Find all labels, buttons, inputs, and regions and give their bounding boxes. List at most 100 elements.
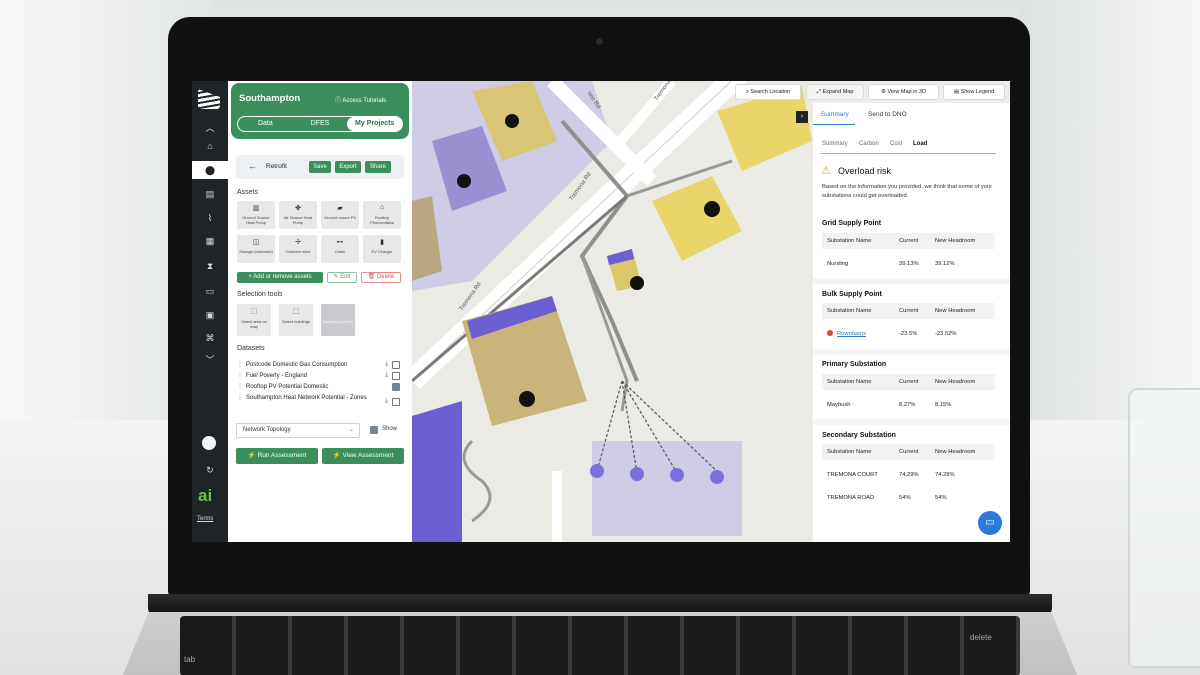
ev-charger-marker bbox=[670, 468, 684, 482]
asset-label: Onshore wind bbox=[285, 249, 311, 254]
keyboard-keys bbox=[180, 616, 1020, 675]
download-icon[interactable]: ⤓ bbox=[385, 361, 388, 368]
dataset-row[interactable]: ⋮ Fuel Poverty - England ⤓ bbox=[237, 372, 402, 380]
map-pin-icon[interactable]: ⬤ bbox=[192, 161, 228, 179]
expand-map-button[interactable]: ⤢ Expand Map bbox=[806, 84, 864, 100]
retrofit-title: Retrofit bbox=[266, 163, 287, 170]
subtab-cost[interactable]: Cost bbox=[890, 141, 902, 147]
section-title: Grid Supply Point bbox=[822, 220, 882, 227]
view-assessment-button[interactable]: ⚡ View Assessment bbox=[322, 448, 404, 464]
chevron-up-icon[interactable]: ︿ bbox=[201, 121, 219, 135]
chat-button[interactable]: ▭ bbox=[978, 511, 1002, 535]
cell-name: Maybush bbox=[827, 402, 851, 408]
dataset-checkbox[interactable] bbox=[392, 372, 400, 380]
asset-onshore-wind[interactable]: ✢ Onshore wind bbox=[279, 235, 317, 263]
home-icon[interactable]: ⌂ bbox=[201, 139, 219, 153]
drag-handle-icon[interactable]: ⋮ bbox=[237, 362, 243, 368]
show-checkbox[interactable] bbox=[370, 426, 378, 434]
asset-air-source-heat-pump[interactable]: ✤ Air Source Heat Pump bbox=[279, 201, 317, 229]
col-current: Current bbox=[899, 238, 919, 244]
tab-my-projects[interactable]: My Projects bbox=[347, 117, 403, 131]
download-icon[interactable]: ⤓ bbox=[385, 372, 388, 379]
map-canvas[interactable]: Tremona Rd Tremona Rd Tremona Rd rine Rd… bbox=[412, 81, 812, 542]
cell-name[interactable]: Rownhams bbox=[827, 326, 866, 342]
table-header: Substation Name Current New Headroom bbox=[822, 303, 995, 319]
tool-label: Select buildings bbox=[281, 319, 311, 324]
cable-icon: ⊷ bbox=[336, 239, 344, 246]
delete-label: Delete bbox=[376, 274, 395, 280]
retrofit-toolbar: ← Retrofit Save Export Share bbox=[236, 155, 404, 179]
show-label: Show bbox=[382, 426, 398, 432]
tab-summary[interactable]: Summary bbox=[821, 111, 849, 118]
asset-ground-mount-pv[interactable]: ▰ Ground mount PV bbox=[321, 201, 359, 229]
subtab-load[interactable]: Load bbox=[913, 141, 927, 147]
overload-risk-title: Overload risk bbox=[838, 166, 892, 176]
substation-link[interactable]: Rownhams bbox=[837, 331, 866, 337]
user-avatar[interactable] bbox=[202, 436, 216, 450]
select-area-tool[interactable]: ⬚ Select area on map bbox=[237, 304, 271, 336]
back-arrow-icon[interactable]: ← bbox=[248, 161, 257, 171]
dataset-checkbox[interactable] bbox=[392, 361, 400, 369]
rooftop-pv-icon: ⌂ bbox=[379, 204, 385, 211]
logout-icon[interactable]: ↻ bbox=[201, 463, 219, 477]
building-portfolio-tool[interactable]: Building portfolio bbox=[321, 304, 355, 336]
asset-ev-charger[interactable]: ▮ EV Charger bbox=[363, 235, 401, 263]
tab-dfes[interactable]: DFES bbox=[293, 117, 348, 131]
asset-ground-source-heat-pump[interactable]: ▥ Ground Source Heat Pump bbox=[237, 201, 275, 229]
fan-icon: ✤ bbox=[295, 205, 301, 212]
dataset-row[interactable]: ⋮ Postcode Domestic Gas Consumption ⤓ bbox=[237, 361, 402, 369]
tab-data[interactable]: Data bbox=[238, 117, 293, 131]
drag-handle-icon[interactable]: ⋮ bbox=[237, 395, 243, 401]
asset-rooftop-photovoltaics[interactable]: ⌂ Rooftop Photovoltaics bbox=[363, 201, 401, 229]
dataset-row[interactable]: ⋮ Rooftop PV Potential Domestic bbox=[237, 383, 402, 391]
col-name: Substation Name bbox=[827, 238, 872, 244]
document-icon[interactable]: ▤ bbox=[201, 187, 219, 201]
tab-send-to-dno[interactable]: Send to DNO bbox=[868, 111, 907, 118]
cell-current: 8.27% bbox=[899, 402, 916, 408]
chevron-down-icon[interactable]: ﹀ bbox=[201, 353, 219, 367]
drag-handle-icon[interactable]: ⋮ bbox=[237, 384, 243, 390]
section-title: Secondary Substation bbox=[822, 432, 896, 439]
dataset-row[interactable]: ⋮ Southampton Heat Network Potential - Zo… bbox=[237, 394, 402, 406]
view-assessment-label: View Assessment bbox=[342, 452, 394, 459]
export-button[interactable]: Export bbox=[335, 161, 361, 173]
search-location-button[interactable]: ⌕ Search Location bbox=[735, 84, 801, 100]
ev-charger-marker bbox=[630, 467, 644, 481]
share-button[interactable]: Share bbox=[365, 161, 391, 173]
edit-button[interactable]: ✎ Edit bbox=[327, 272, 357, 283]
section-title: Primary Substation bbox=[822, 361, 887, 368]
collapse-panel-icon[interactable]: › bbox=[796, 111, 808, 123]
webcam bbox=[596, 38, 603, 45]
subtab-summary[interactable]: Summary bbox=[822, 141, 848, 147]
dataset-checkbox[interactable] bbox=[392, 398, 400, 406]
view-map-3d-button[interactable]: ⚙ View Map in 3D bbox=[868, 84, 939, 100]
run-assessment-button[interactable]: ⚡ Run Assessment bbox=[236, 448, 318, 464]
table-icon[interactable]: ▦ bbox=[201, 234, 219, 248]
terms-link[interactable]: Terms bbox=[197, 516, 213, 522]
hourglass-icon[interactable]: ⧗ bbox=[201, 259, 219, 273]
subtab-carbon[interactable]: Carbon bbox=[859, 141, 879, 147]
network-topology-select[interactable]: Network Topology ⌄ bbox=[236, 423, 360, 438]
asset-storage-domestic[interactable]: ◫ Storage (domestic) bbox=[237, 235, 275, 263]
car-icon[interactable]: ▣ bbox=[201, 308, 219, 322]
show-legend-button[interactable]: ▤ Show Legend bbox=[943, 84, 1005, 100]
app-screen: ︿ ⌂ ⬤ ▤ ⌇ ▦ ⧗ ▭ ▣ ⌘ ﹀ ↻ ai Terms Southam… bbox=[192, 81, 1010, 542]
select-buildings-tool[interactable]: ⬚ Select buildings bbox=[279, 304, 313, 336]
col-current: Current bbox=[899, 379, 919, 385]
asset-cable[interactable]: ⊷ Cable bbox=[321, 235, 359, 263]
delete-key-label: delete bbox=[970, 633, 992, 642]
save-button[interactable]: Save bbox=[309, 161, 331, 173]
select-value: Network Topology bbox=[243, 427, 291, 433]
add-remove-assets-button[interactable]: + Add or remove assets bbox=[237, 272, 323, 283]
asset-label: Air Source Heat Pump bbox=[283, 215, 313, 225]
dataset-checkbox-checked[interactable] bbox=[392, 383, 400, 391]
cell-headroom: -23.52% bbox=[935, 331, 957, 337]
col-headroom: New Headroom bbox=[935, 449, 976, 455]
drag-handle-icon[interactable]: ⋮ bbox=[237, 373, 243, 379]
folder-settings-icon[interactable]: ▭ bbox=[201, 284, 219, 298]
chart-icon[interactable]: ⌇ bbox=[201, 211, 219, 225]
delete-button[interactable]: 🗑 Delete bbox=[361, 272, 401, 283]
network-icon[interactable]: ⌘ bbox=[201, 331, 219, 345]
access-tutorials-link[interactable]: ⓘ Access Tutorials bbox=[335, 95, 386, 104]
download-icon[interactable]: ⤓ bbox=[385, 398, 388, 405]
